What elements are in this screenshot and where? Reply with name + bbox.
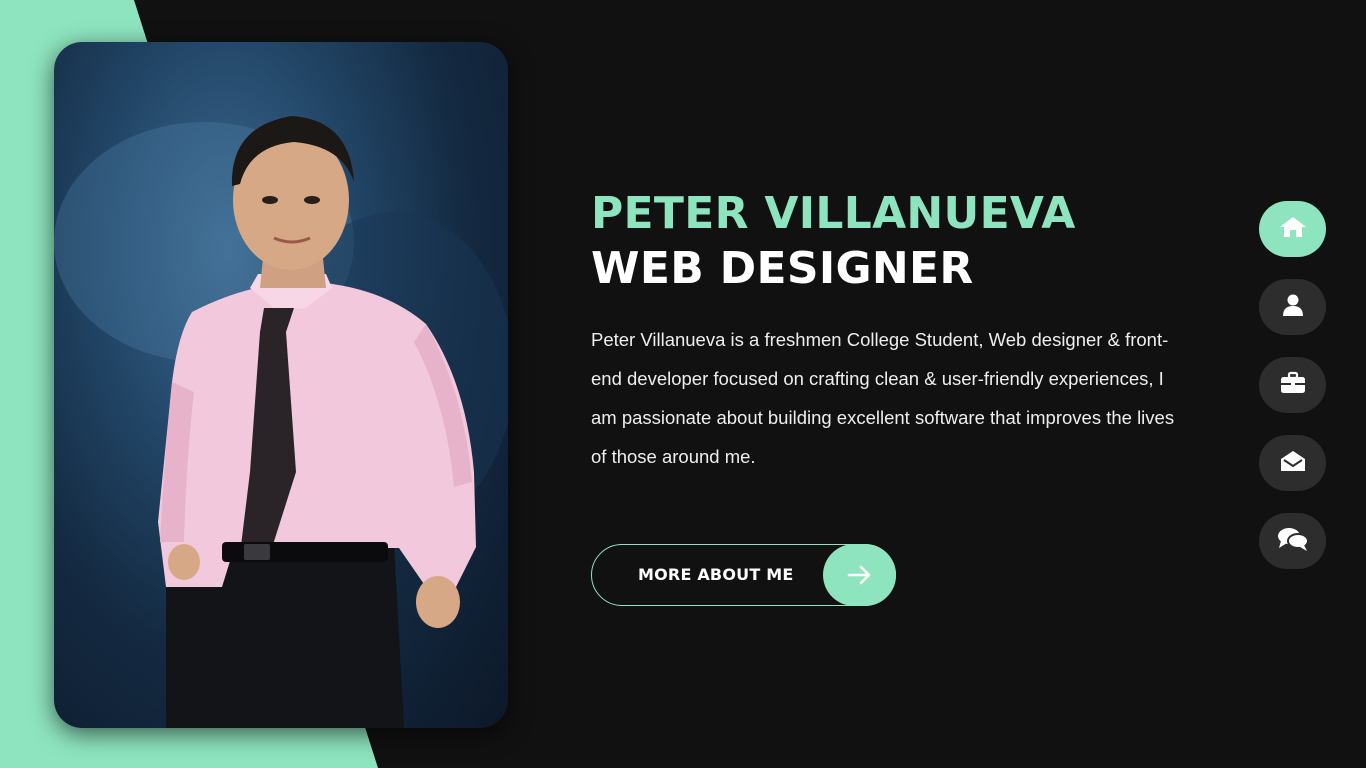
nav-home-button[interactable]	[1259, 201, 1326, 257]
side-nav	[1259, 201, 1326, 591]
more-about-me-label: MORE ABOUT ME	[638, 565, 794, 584]
arrow-right-icon	[823, 544, 896, 606]
nav-blog-button[interactable]	[1259, 513, 1326, 569]
user-icon	[1281, 293, 1305, 322]
hero-role: WEB DESIGNER	[591, 243, 974, 294]
chat-bubbles-icon	[1276, 526, 1310, 557]
profile-photo	[54, 42, 508, 728]
nav-portfolio-button[interactable]	[1259, 357, 1326, 413]
nav-about-button[interactable]	[1259, 279, 1326, 335]
hero-section: PETER VILLANUEVA WEB DESIGNER Peter Vill…	[591, 188, 1211, 476]
envelope-open-icon	[1279, 449, 1307, 478]
home-icon	[1278, 215, 1308, 244]
hero-name: PETER VILLANUEVA	[591, 188, 1076, 239]
briefcase-icon	[1279, 371, 1307, 400]
nav-contact-button[interactable]	[1259, 435, 1326, 491]
hero-bio: Peter Villanueva is a freshmen College S…	[591, 329, 1175, 467]
more-about-me-button[interactable]: MORE ABOUT ME	[591, 544, 896, 606]
